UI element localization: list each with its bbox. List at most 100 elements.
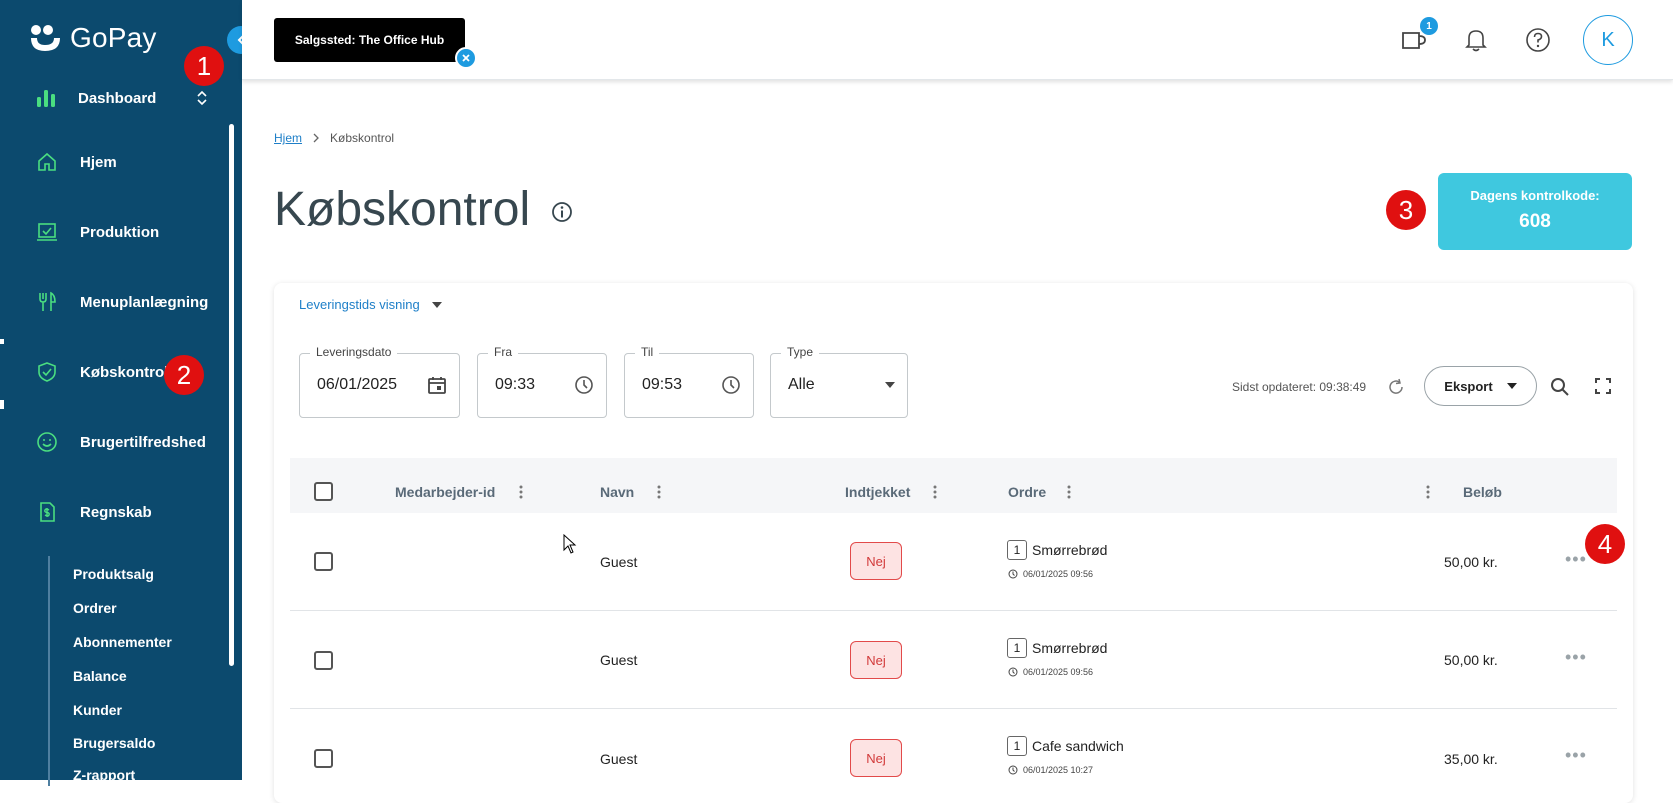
annotation-marker-1: 1 (184, 46, 224, 86)
sidebar-item-menuplanlaegning[interactable]: Menuplanlægning (0, 274, 242, 330)
last-updated: Sidst opdateret: 09:38:49 (1232, 380, 1367, 394)
sidebar-item-hjem[interactable]: Hjem (0, 134, 242, 190)
time-from-field[interactable]: Fra 09:33 (477, 345, 607, 418)
clock-icon (1008, 667, 1018, 677)
view-select[interactable]: Leveringstids visning (299, 297, 442, 312)
order-qty: 1 (1007, 638, 1027, 658)
user-avatar[interactable]: K (1583, 15, 1633, 65)
type-select[interactable]: Type Alle (770, 345, 908, 418)
row-divider (290, 708, 1617, 709)
order-time-value: 06/01/2025 10:27 (1023, 765, 1094, 775)
time-to-field[interactable]: Til 09:53 (624, 345, 754, 418)
search-icon[interactable] (1550, 377, 1570, 397)
time-to-label: Til (635, 345, 660, 359)
column-menu-icon[interactable] (1426, 484, 1430, 500)
store-close-button[interactable] (455, 47, 477, 69)
mouse-cursor-icon (563, 534, 577, 554)
sidebar-item-brugertilfredshed[interactable]: Brugertilfredshed (0, 414, 242, 470)
time-from-label: Fra (488, 345, 518, 359)
more-options-icon[interactable]: ••• (1565, 549, 1587, 570)
sidebar-subitem-balance[interactable]: Balance (73, 668, 127, 684)
bar-chart-icon (37, 90, 55, 107)
order-item: Cafe sandwich (1032, 738, 1124, 754)
clock-icon[interactable] (721, 375, 741, 395)
help-button[interactable] (1522, 24, 1554, 56)
order-time: 06/01/2025 10:27 (1008, 765, 1093, 775)
sidebar-scrollbar[interactable] (229, 124, 234, 666)
store-chip[interactable]: Salgssted: The Office Hub (274, 18, 465, 62)
more-options-icon[interactable]: ••• (1565, 647, 1587, 668)
column-menu-icon[interactable] (657, 484, 661, 500)
clock-icon[interactable] (574, 375, 594, 395)
breadcrumb: Hjem Købskontrol (274, 131, 394, 145)
notification-badge: 1 (1420, 17, 1438, 35)
sidebar-subitem-produktsalg[interactable]: Produktsalg (73, 566, 154, 582)
sidebar-item-kobskontrol[interactable]: Købskontrol (0, 344, 242, 400)
row-name: Guest (600, 652, 638, 668)
type-value: Alle (788, 376, 815, 393)
annotation-marker-4: 4 (1585, 524, 1625, 564)
sidebar-item-label: Menuplanlægning (80, 293, 209, 311)
production-icon (37, 223, 57, 241)
header-employee-id[interactable]: Medarbejder-id (395, 484, 495, 500)
close-icon (462, 54, 470, 62)
row-amount: 35,00 kr. (1444, 751, 1498, 767)
row-checkbox[interactable] (314, 651, 333, 670)
sidebar-subitem-z-rapport[interactable]: Z-rapport (73, 767, 135, 783)
view-select-label: Leveringstids visning (299, 297, 420, 312)
sidebar-subitem-abonnementer[interactable]: Abonnementer (73, 634, 172, 650)
row-name: Guest (600, 751, 638, 767)
gopay-logo[interactable]: GoPay (30, 22, 157, 54)
sidebar-item-regnskab[interactable]: Regnskab (0, 484, 242, 540)
column-menu-icon[interactable] (519, 484, 523, 500)
column-menu-icon[interactable] (1067, 484, 1071, 500)
caret-down-icon (431, 301, 442, 308)
row-order: 1 Smørrebrød (1007, 638, 1107, 658)
caret-down-icon (885, 382, 895, 388)
column-menu-icon[interactable] (933, 484, 937, 500)
page-info-button[interactable] (551, 201, 573, 228)
smiley-icon (37, 432, 57, 452)
clock-icon (1008, 569, 1018, 579)
header-name[interactable]: Navn (600, 484, 634, 500)
breadcrumb-home-link[interactable]: Hjem (274, 131, 302, 145)
bell-icon (1465, 30, 1487, 52)
sidebar-subitem-brugersaldo[interactable]: Brugersaldo (73, 735, 155, 751)
refresh-icon[interactable] (1387, 378, 1405, 396)
export-label: Eksport (1444, 378, 1493, 394)
sidebar-dashboard-label: Dashboard (78, 89, 157, 107)
delivery-date-value: 06/01/2025 (317, 376, 398, 393)
time-to-value: 09:53 (642, 376, 683, 393)
receipt-dollar-icon (40, 502, 55, 522)
clock-icon (1008, 765, 1018, 775)
sidebar-item-produktion[interactable]: Produktion (0, 204, 242, 260)
calendar-icon[interactable] (427, 375, 447, 395)
delivery-date-field[interactable]: Leveringsdato 06/01/2025 (299, 345, 460, 418)
gopay-logo-icon (31, 25, 60, 51)
header-amount[interactable]: Beløb (1463, 484, 1502, 500)
fullscreen-icon[interactable] (1595, 378, 1611, 394)
export-button[interactable]: Eksport (1424, 366, 1537, 406)
home-icon (38, 152, 56, 171)
daily-control-code: Dagens kontrolkode: 608 (1438, 173, 1632, 250)
sidebar-subitem-kunder[interactable]: Kunder (73, 702, 122, 718)
header-order[interactable]: Ordre (1008, 484, 1046, 500)
row-checkbox[interactable] (314, 749, 333, 768)
order-item: Smørrebrød (1032, 542, 1108, 558)
select-all-checkbox[interactable] (314, 482, 333, 501)
control-code-value: 608 (1519, 211, 1551, 232)
breadcrumb-current: Købskontrol (330, 131, 395, 145)
more-options-icon[interactable]: ••• (1565, 745, 1587, 766)
row-name: Guest (600, 554, 638, 570)
app-name: GoPay (70, 22, 157, 53)
sidebar-subitem-ordrer[interactable]: Ordrer (73, 600, 117, 616)
checked-in-badge: Nej (850, 641, 902, 679)
control-code-label: Dagens kontrolkode: (1470, 188, 1600, 203)
header-checked-in[interactable]: Indtjekket (845, 484, 910, 500)
notifications-button[interactable] (1460, 24, 1492, 56)
row-checkbox[interactable] (314, 552, 333, 571)
order-time: 06/01/2025 09:56 (1008, 569, 1093, 579)
delivery-date-label: Leveringsdato (310, 345, 398, 359)
checked-in-badge: Nej (850, 542, 902, 580)
type-label: Type (781, 345, 820, 359)
